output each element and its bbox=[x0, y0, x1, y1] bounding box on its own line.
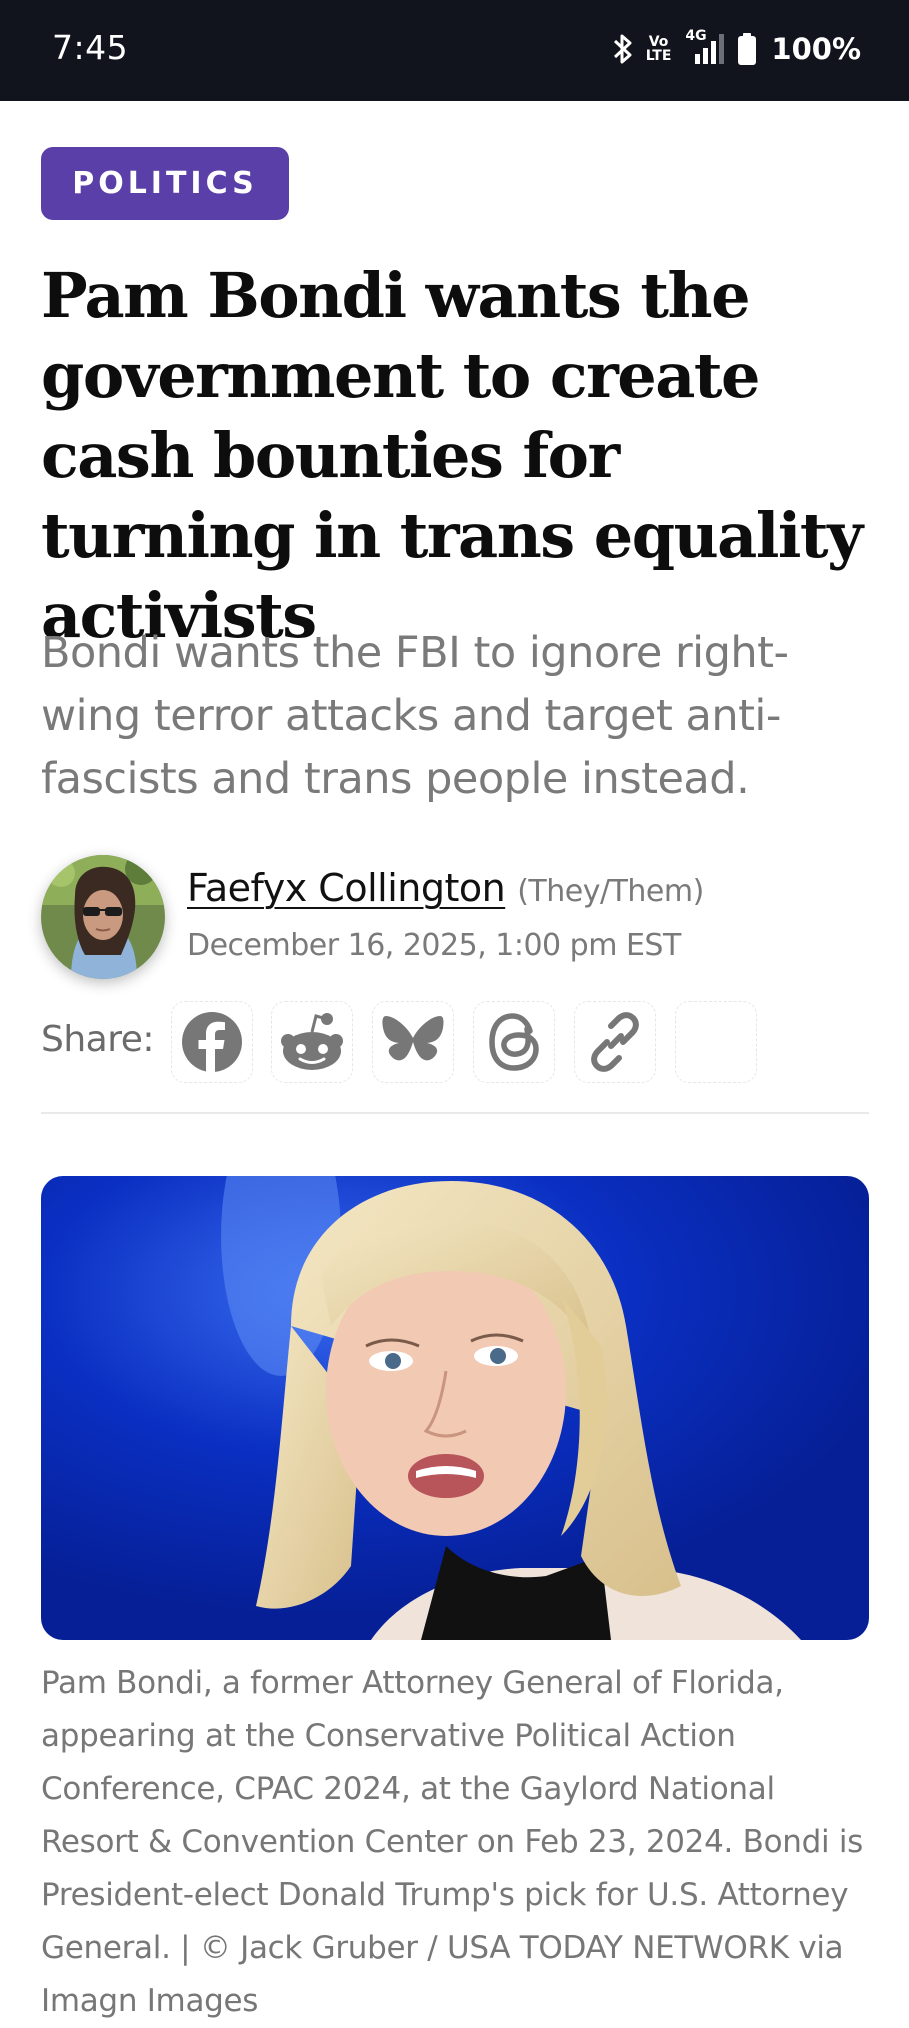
share-facebook-button[interactable] bbox=[171, 1001, 253, 1083]
article-headline: Pam Bondi wants the government to create… bbox=[41, 259, 863, 652]
author-pronouns: (They/Them) bbox=[517, 874, 704, 909]
share-bluesky-button[interactable] bbox=[372, 1001, 454, 1083]
battery-percent: 100% bbox=[771, 32, 861, 66]
battery-icon bbox=[737, 32, 757, 66]
author-avatar[interactable] bbox=[41, 855, 165, 979]
reddit-icon bbox=[279, 1011, 345, 1073]
signal-icon: 4G bbox=[683, 28, 725, 66]
hero-caption: Pam Bondi, a former Attorney General of … bbox=[41, 1665, 864, 2019]
volte-icon: Vo LTE bbox=[646, 35, 672, 63]
bluesky-icon bbox=[382, 1014, 444, 1070]
share-label: Share: bbox=[41, 1019, 155, 1060]
bluetooth-icon bbox=[612, 32, 634, 66]
share-threads-button[interactable] bbox=[473, 1001, 555, 1083]
author-name-link[interactable]: Faefyx Collington bbox=[187, 866, 506, 910]
threads-icon bbox=[486, 1011, 542, 1073]
status-time: 7:45 bbox=[52, 28, 129, 67]
hero-image[interactable] bbox=[41, 1176, 869, 1640]
link-icon bbox=[585, 1012, 645, 1072]
volte-top: Vo bbox=[648, 34, 669, 50]
share-reddit-button[interactable] bbox=[271, 1001, 353, 1083]
status-icons: Vo LTE 4G 100% bbox=[612, 26, 861, 72]
facebook-icon bbox=[181, 1011, 243, 1073]
share-empty-slot[interactable] bbox=[675, 1001, 757, 1083]
volte-bottom: LTE bbox=[645, 48, 672, 64]
article-dek: Bondi wants the FBI to ignore right-wing… bbox=[41, 628, 789, 804]
author-line: Faefyx Collington (They/Them) bbox=[187, 866, 704, 910]
status-bar: 7:45 Vo LTE 4G 100% bbox=[0, 0, 909, 101]
category-badge[interactable]: POLITICS bbox=[41, 147, 289, 220]
divider bbox=[41, 1112, 869, 1114]
publish-date: December 16, 2025, 1:00 pm EST bbox=[187, 928, 681, 963]
copy-link-button[interactable] bbox=[574, 1001, 656, 1083]
